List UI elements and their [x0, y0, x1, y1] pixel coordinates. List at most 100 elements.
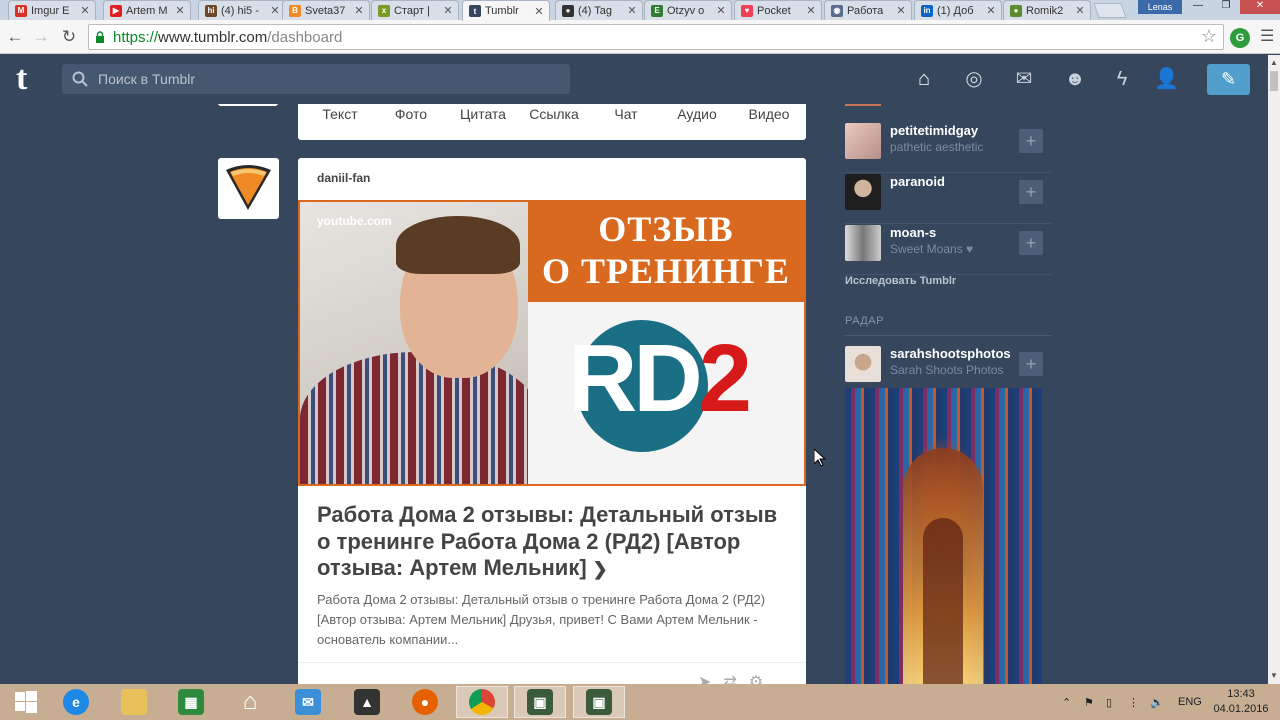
- browser-tab[interactable]: M Imgur E ✕: [8, 0, 96, 20]
- share-icon[interactable]: ➤: [698, 674, 723, 684]
- search-input[interactable]: [98, 70, 548, 88]
- taskbar-chrome[interactable]: [456, 686, 508, 718]
- back-button[interactable]: ←: [4, 26, 26, 48]
- tab-close-icon[interactable]: ✕: [269, 4, 281, 17]
- taskbar-internet-explorer[interactable]: e: [50, 686, 102, 718]
- scroll-thumb[interactable]: [1270, 71, 1278, 91]
- blog-name[interactable]: moan-s: [890, 225, 1016, 240]
- tab-close-icon[interactable]: ✕: [353, 4, 365, 17]
- post-type-chat[interactable]: Чат: [590, 106, 662, 122]
- taskbar-app[interactable]: ▲: [341, 686, 393, 718]
- account-icon[interactable]: 👤: [1154, 67, 1179, 91]
- tray-up-arrow-icon[interactable]: ⌃: [1062, 684, 1071, 720]
- browser-tab[interactable]: t Tumblr ✕: [462, 0, 550, 21]
- post-type-quote[interactable]: Цитата: [447, 106, 519, 122]
- post-author-name[interactable]: daniil-fan: [317, 171, 370, 185]
- tab-close-icon[interactable]: ✕: [626, 4, 638, 17]
- url-text[interactable]: https://www.tumblr.com/dashboard: [113, 29, 342, 46]
- post-title[interactable]: Работа Дома 2 отзывы: Детальный отзыв о …: [317, 502, 791, 583]
- restore-button[interactable]: ❐: [1212, 0, 1240, 14]
- tray-network-icon[interactable]: ⋮: [1128, 684, 1139, 720]
- blog-avatar[interactable]: [845, 174, 881, 210]
- taskbar-file-explorer[interactable]: [108, 686, 160, 718]
- tray-power-icon[interactable]: ▯: [1106, 684, 1112, 720]
- tab-close-icon[interactable]: ✕: [1074, 4, 1086, 17]
- browser-tab[interactable]: ● (4) Tag ✕: [555, 0, 643, 20]
- recommended-blog[interactable]: moan-s Sweet Moans ♥ +: [845, 225, 1052, 275]
- browser-tab[interactable]: ◉ Работа ✕: [824, 0, 912, 20]
- minimize-button[interactable]: —: [1184, 0, 1212, 14]
- tab-close-icon[interactable]: ✕: [79, 4, 91, 17]
- blog-avatar[interactable]: [845, 225, 881, 261]
- tumblr-logo-icon[interactable]: t: [16, 61, 46, 97]
- post-type-video[interactable]: Видео: [733, 106, 805, 122]
- search-box[interactable]: [62, 64, 570, 94]
- close-window-button[interactable]: ✕: [1240, 0, 1280, 14]
- browser-tab[interactable]: x Старт | ✕: [371, 0, 459, 20]
- recommended-blog[interactable]: paranoid +: [845, 174, 1052, 224]
- tab-close-icon[interactable]: ✕: [533, 5, 545, 18]
- follow-plus-icon[interactable]: +: [1019, 352, 1043, 376]
- taskbar-app-3[interactable]: ▣: [573, 686, 625, 718]
- compose-pencil-icon[interactable]: ✎: [1207, 64, 1250, 95]
- post-type-text[interactable]: Текст: [304, 106, 376, 122]
- browser-tab[interactable]: ▶ Artem M ✕: [103, 0, 191, 20]
- blog-avatar[interactable]: [845, 346, 881, 382]
- home-icon[interactable]: ⌂: [912, 67, 936, 91]
- scroll-up-arrow-icon[interactable]: ▲: [1268, 57, 1280, 69]
- tab-close-icon[interactable]: ✕: [174, 4, 186, 17]
- browser-tab[interactable]: in (1) Доб ✕: [914, 0, 1002, 20]
- start-button[interactable]: [0, 686, 52, 718]
- tray-language[interactable]: ENG: [1178, 684, 1202, 720]
- forward-button[interactable]: →: [30, 26, 52, 48]
- chrome-menu-icon[interactable]: ☰: [1260, 26, 1274, 46]
- post-type-audio[interactable]: Аудио: [661, 106, 733, 122]
- post-type-link[interactable]: Ссылка: [518, 106, 590, 122]
- recommended-blog[interactable]: petitetimidgay pathetic aesthetic +: [845, 123, 1052, 173]
- explore-icon[interactable]: ◎: [962, 67, 986, 91]
- taskbar-app-2[interactable]: ▣: [514, 686, 566, 718]
- browser-tab[interactable]: B Sveta37 ✕: [282, 0, 370, 20]
- messaging-icon[interactable]: ☻: [1063, 67, 1087, 91]
- new-tab-button[interactable]: [1093, 3, 1127, 18]
- post-author-avatar[interactable]: [218, 158, 279, 219]
- blog-name[interactable]: paranoid: [890, 174, 1016, 189]
- grammarly-extension-icon[interactable]: G: [1230, 28, 1250, 48]
- radar-photo-stained-glass[interactable]: [845, 388, 1042, 684]
- post-type-photo[interactable]: Фото: [375, 106, 447, 122]
- blog-name[interactable]: petitetimidgay: [890, 123, 1016, 138]
- bookmark-star-icon[interactable]: ☆: [1201, 26, 1217, 47]
- tab-close-icon[interactable]: ✕: [985, 4, 997, 17]
- explore-tumblr-link[interactable]: Исследовать Tumblr: [845, 275, 956, 287]
- blog-name[interactable]: sarahshootsphotos: [890, 346, 1016, 361]
- page-scrollbar[interactable]: ▲ ▼: [1268, 55, 1280, 684]
- browser-tab[interactable]: ● Romik2 ✕: [1003, 0, 1091, 20]
- own-avatar[interactable]: [218, 104, 278, 106]
- tray-volume-icon[interactable]: 🔈: [1150, 684, 1164, 720]
- scroll-down-arrow-icon[interactable]: ▼: [1268, 670, 1280, 682]
- tab-close-icon[interactable]: ✕: [805, 4, 817, 17]
- reblog-icon[interactable]: ⇄: [723, 674, 748, 684]
- taskbar-store[interactable]: ▦: [165, 686, 217, 718]
- browser-tab[interactable]: hi (4) hi5 - ✕: [198, 0, 286, 20]
- video-thumbnail[interactable]: youtube.com ОТЗЫВ О ТРЕНИНГЕ RD2: [298, 200, 806, 486]
- taskbar-firefox[interactable]: ●: [399, 686, 451, 718]
- reload-button[interactable]: ↻: [58, 26, 80, 48]
- tray-flag-icon[interactable]: ⚑: [1084, 684, 1094, 720]
- follow-plus-icon[interactable]: +: [1019, 129, 1043, 153]
- tray-clock[interactable]: 13:43 04.01.2016: [1212, 687, 1270, 717]
- tab-close-icon[interactable]: ✕: [715, 4, 727, 17]
- blog-avatar[interactable]: [845, 123, 881, 159]
- browser-tab[interactable]: ♥ Pocket ✕: [734, 0, 822, 20]
- taskbar-mail[interactable]: ✉: [282, 686, 334, 718]
- inbox-icon[interactable]: ✉: [1012, 67, 1036, 91]
- activity-icon[interactable]: ϟ: [1110, 67, 1134, 91]
- tab-close-icon[interactable]: ✕: [442, 4, 454, 17]
- taskbar-home[interactable]: ⌂: [224, 686, 276, 718]
- follow-plus-icon[interactable]: +: [1019, 231, 1043, 255]
- tab-close-icon[interactable]: ✕: [895, 4, 907, 17]
- settings-gear-icon[interactable]: ⚙: [749, 674, 775, 684]
- follow-plus-icon[interactable]: +: [1019, 180, 1043, 204]
- address-bar[interactable]: https://www.tumblr.com/dashboard ☆: [88, 24, 1224, 50]
- browser-tab[interactable]: E Otzyv o ✕: [644, 0, 732, 20]
